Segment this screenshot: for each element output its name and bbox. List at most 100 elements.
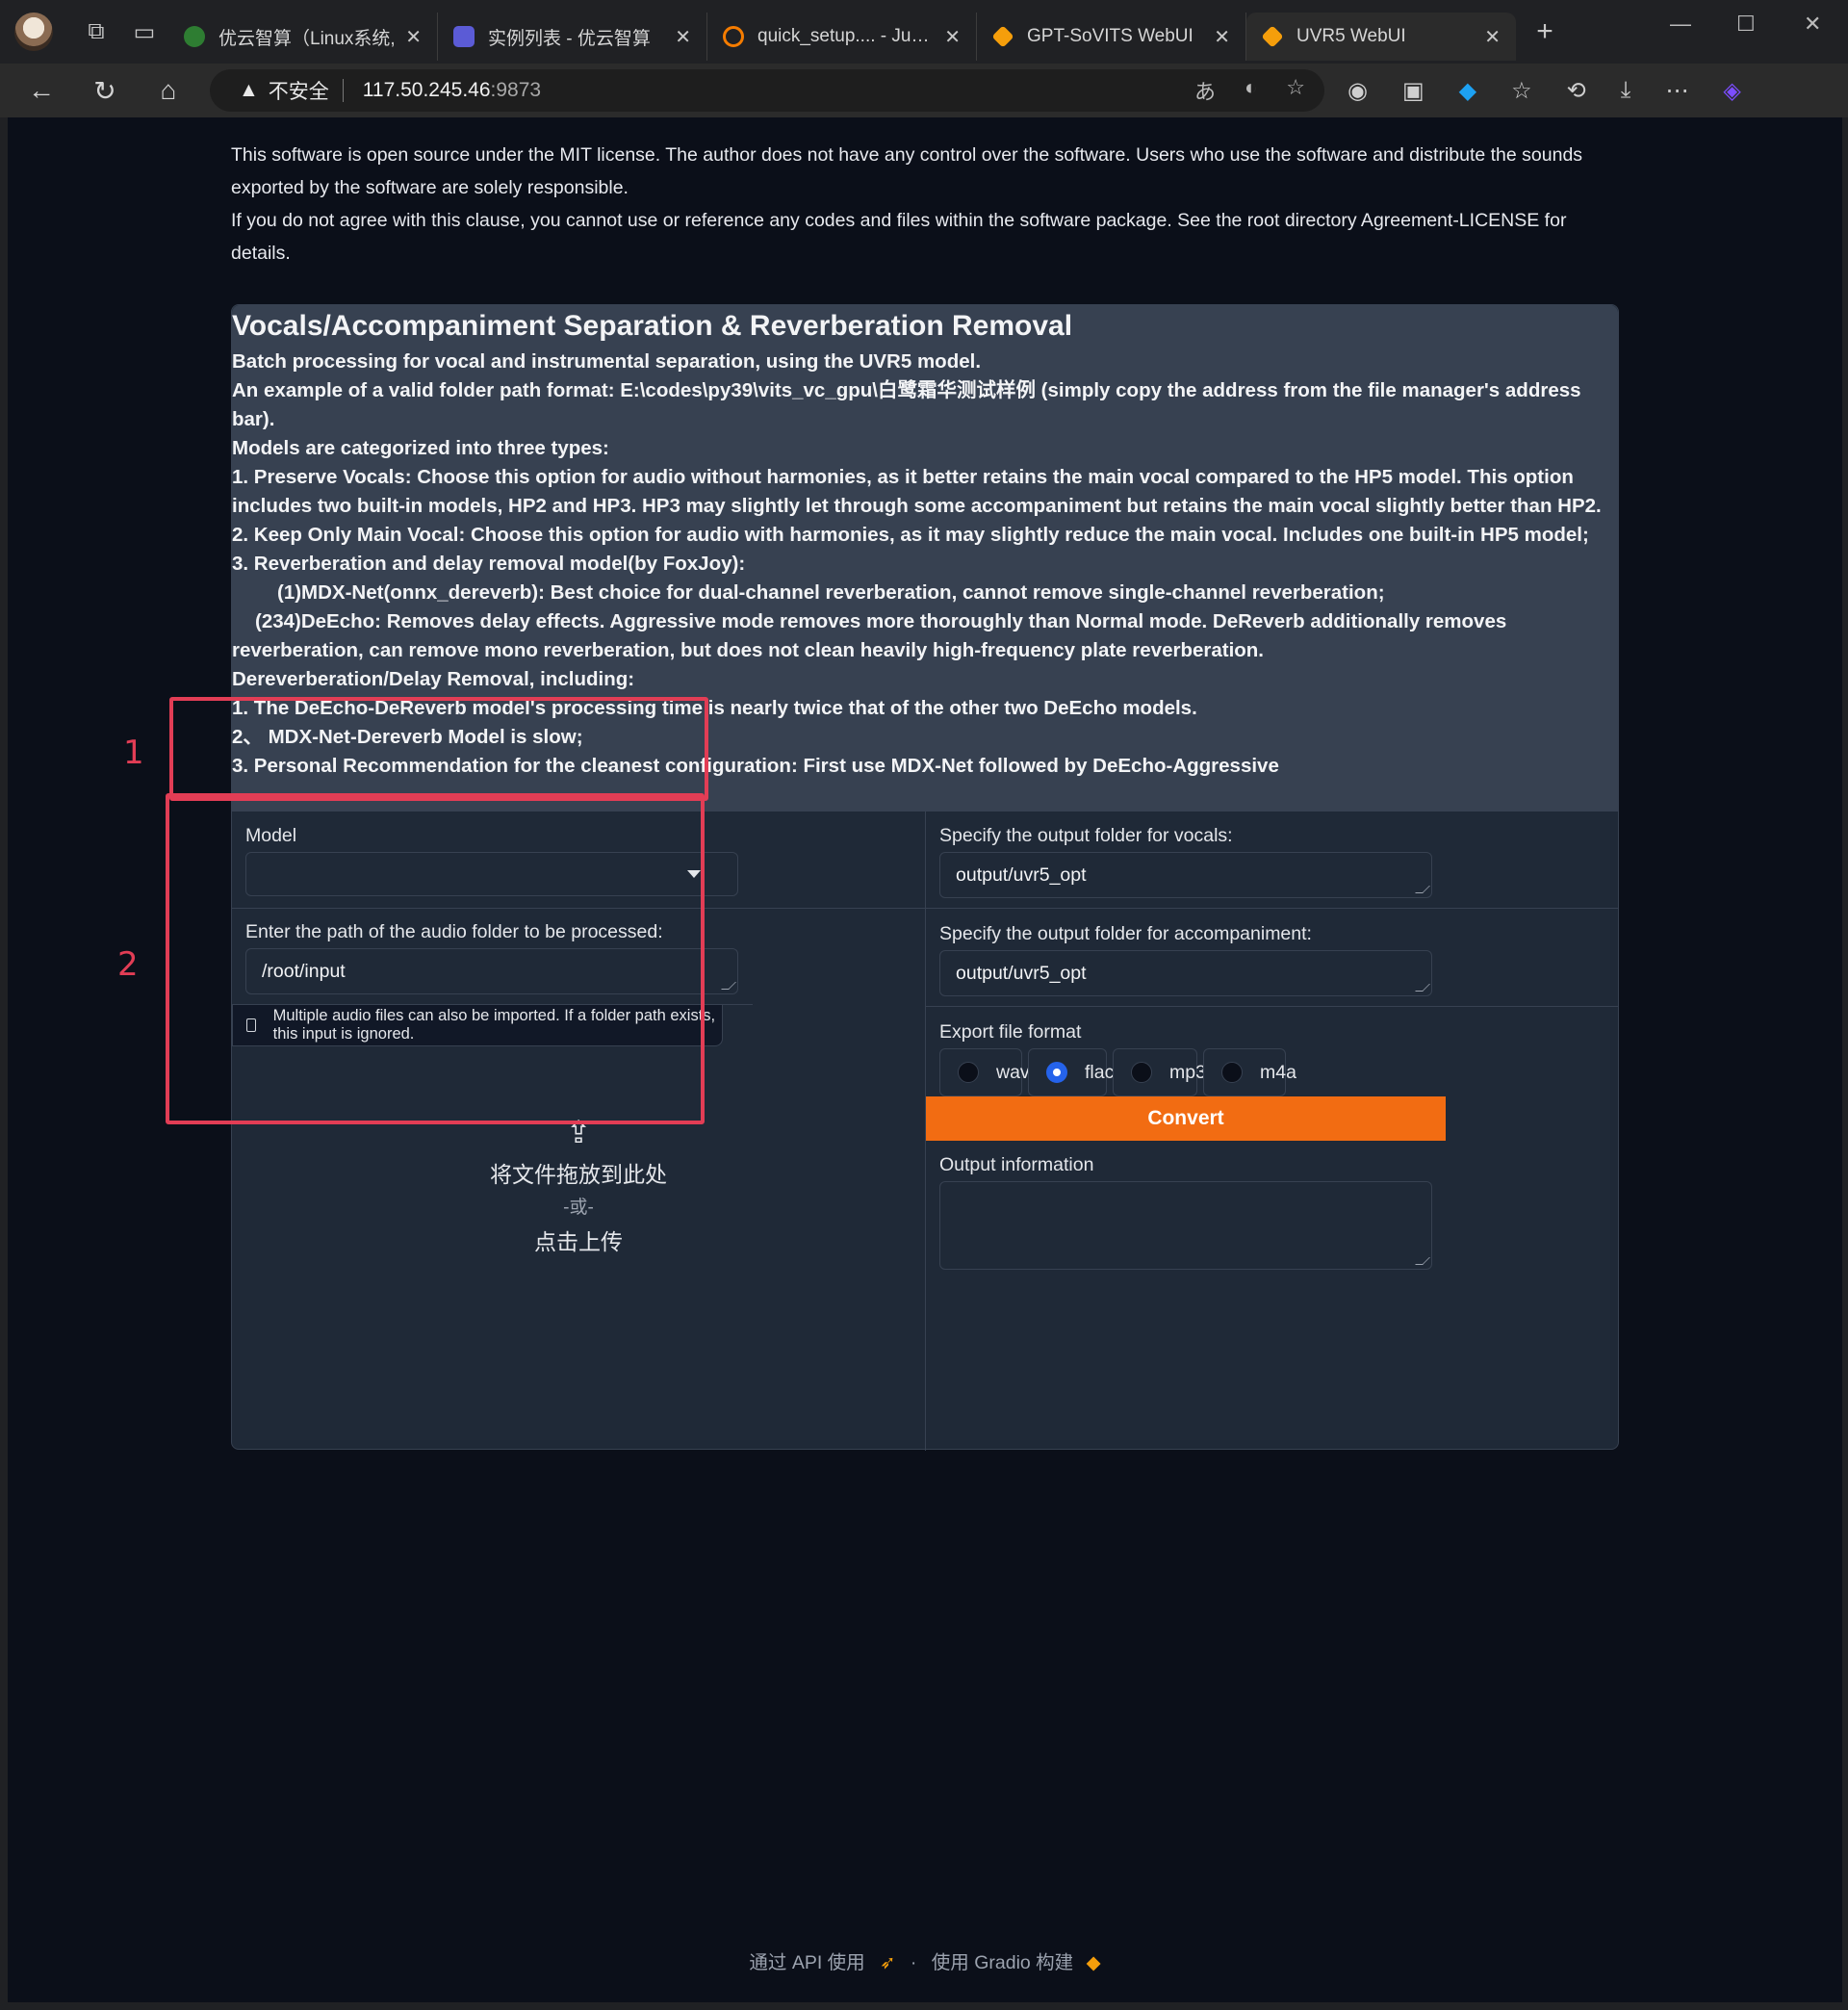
back-icon[interactable]: ← (10, 75, 73, 106)
extension-mask-icon[interactable]: ▣ (1402, 77, 1424, 105)
page-footer: 通过 API 使用 ➶ · 使用 Gradio 构建 ◆ (8, 1946, 1842, 1974)
gradio-page: This software is open source under the M… (8, 117, 1842, 2002)
divider (926, 1006, 1618, 1007)
acc-out-label: Specify the output folder for accompanim… (939, 923, 1312, 944)
url-port: :9873 (490, 79, 542, 101)
tab-favicon (453, 26, 475, 47)
radio-label: m4a (1260, 1061, 1296, 1083)
radio-dot (1046, 1062, 1067, 1083)
close-icon[interactable]: ✕ (944, 25, 961, 49)
new-tab-icon[interactable]: + (1516, 15, 1574, 48)
jupyter-icon (723, 26, 744, 47)
extension-bird-icon[interactable]: ◆ (1459, 77, 1476, 105)
maximize-icon[interactable]: ☐ (1736, 12, 1756, 37)
close-icon[interactable]: ✕ (405, 25, 422, 49)
edge-icon[interactable]: ◐ (1245, 75, 1257, 106)
built-with-gradio-link[interactable]: 使用 Gradio 构建 (932, 1952, 1073, 1973)
tab-title: quick_setup.... - Jupyter (757, 26, 936, 46)
favorites-icon[interactable]: ☆ (1511, 77, 1532, 105)
close-icon[interactable]: ✕ (1484, 25, 1501, 49)
vocal-out-label: Specify the output folder for vocals: (939, 825, 1233, 846)
annotation-number-1: 1 (123, 734, 144, 772)
desc-line: 1. Preserve Vocals: Choose this option f… (232, 466, 1602, 517)
desc-subline: (1)MDX-Net(onnx_dereverb): Best choice f… (277, 581, 1385, 604)
radio-wav[interactable]: wav (939, 1048, 1030, 1096)
radio-dot (1221, 1062, 1243, 1083)
extension-bar: ◉ ▣ ◆ ☆ ⟲ ⤓ ⋯ ◈ (1348, 77, 1741, 105)
resize-handle[interactable] (1415, 886, 1430, 893)
browser-tab-strip: ⧉ ▭ 优云智算（Linux系统, ✕ 实例列表 - 优云智算 ✕ quick_… (0, 0, 1848, 64)
output-info-label: Output information (939, 1154, 1094, 1175)
favorite-star-icon[interactable]: ☆ (1286, 75, 1305, 106)
tab-4-active[interactable]: UVR5 WebUI ✕ (1246, 13, 1516, 61)
drop-text: 将文件拖放到此处 (490, 1162, 667, 1187)
desc-subline-text: (234)DeEcho: Removes delay effects. Aggr… (232, 610, 1512, 661)
address-actions: あ ◐ ☆ (1194, 75, 1305, 106)
desc-line: Batch processing for vocal and instrumen… (232, 350, 982, 373)
gradio-logo-icon: ◆ (1086, 1952, 1101, 1973)
radio-label: flac (1085, 1061, 1115, 1083)
close-icon[interactable]: ✕ (675, 25, 691, 49)
radio-dot (1131, 1062, 1152, 1083)
radio-m4a[interactable]: m4a (1203, 1048, 1296, 1096)
footer-separator: · (910, 1952, 917, 1973)
tab-1[interactable]: 实例列表 - 优云智算 ✕ (438, 13, 707, 61)
right-column: Specify the output folder for vocals: ou… (925, 812, 1618, 1451)
desc-line: 3. Reverberation and delay removal model… (232, 553, 746, 575)
tab-favicon (184, 26, 205, 47)
reload-icon[interactable]: ↻ (73, 75, 137, 107)
more-icon[interactable]: ⋯ (1665, 77, 1688, 105)
desc-line: 2. Keep Only Main Vocal: Choose this opt… (232, 524, 1589, 546)
tab-title: UVR5 WebUI (1296, 26, 1406, 46)
desc-line: Dereverberation/Delay Removal, including… (232, 668, 635, 690)
tab-title: 实例列表 - 优云智算 (488, 28, 651, 49)
radio-flac[interactable]: flac (1028, 1048, 1114, 1096)
workspaces-icon[interactable]: ⧉ (72, 18, 120, 45)
home-icon[interactable]: ⌂ (137, 75, 200, 106)
acc-out-value: output/uvr5_opt (956, 962, 1087, 984)
extension-owl-icon[interactable]: ◉ (1348, 77, 1368, 105)
tab-2[interactable]: quick_setup.... - Jupyter ✕ (707, 13, 977, 61)
vocal-out-value: output/uvr5_opt (956, 863, 1087, 886)
profile-avatar[interactable] (14, 13, 53, 51)
history-icon[interactable]: ⟲ (1567, 77, 1586, 105)
radio-label: mp3 (1169, 1061, 1206, 1083)
use-via-api-link[interactable]: 通过 API 使用 (749, 1952, 864, 1973)
output-info-field[interactable] (939, 1181, 1432, 1270)
tab-0[interactable]: 优云智算（Linux系统, ✕ (168, 13, 438, 61)
download-icon[interactable]: ⤓ (1621, 77, 1631, 104)
divider (342, 79, 344, 102)
browser-toolbar: ← ↻ ⌂ ▲ 不安全 117.50.245.46 :9873 あ ◐ ☆ ◉ … (0, 64, 1848, 117)
vocal-out-field[interactable]: output/uvr5_opt (939, 852, 1432, 898)
gradio-icon (991, 25, 1014, 48)
annotation-number-2: 2 (117, 945, 139, 984)
annotation-box-2 (166, 793, 705, 1124)
notice-line-2: If you do not agree with this clause, yo… (231, 210, 1567, 264)
convert-button[interactable]: Convert (926, 1096, 1446, 1141)
tab-3[interactable]: GPT-SoVITS WebUI ✕ (977, 13, 1246, 61)
tab-actions-icon[interactable]: ▭ (120, 18, 168, 46)
or-text: -或- (563, 1198, 594, 1218)
insecure-label[interactable]: 不安全 (269, 76, 329, 105)
resize-handle[interactable] (1415, 984, 1430, 992)
copilot-icon[interactable]: ◈ (1723, 77, 1740, 105)
minimize-icon[interactable]: — (1670, 12, 1691, 37)
resize-handle[interactable] (721, 982, 736, 990)
rocket-icon: ➶ (880, 1952, 896, 1973)
annotation-box-1 (169, 697, 708, 801)
tab-title: GPT-SoVITS WebUI (1027, 26, 1194, 46)
window-close-icon[interactable]: ✕ (1804, 12, 1821, 37)
address-bar[interactable]: ▲ 不安全 117.50.245.46 :9873 あ ◐ ☆ (210, 69, 1324, 112)
resize-handle[interactable] (1415, 1257, 1430, 1265)
url-host: 117.50.245.46 (362, 79, 491, 101)
desc-line: Models are categorized into three types: (232, 437, 609, 459)
radio-mp3[interactable]: mp3 (1113, 1048, 1206, 1096)
desc-line: An example of a valid folder path format… (232, 379, 1587, 430)
format-label: Export file format (939, 1021, 1082, 1043)
acc-out-field[interactable]: output/uvr5_opt (939, 950, 1432, 996)
close-icon[interactable]: ✕ (1214, 25, 1230, 49)
divider (926, 908, 1618, 909)
desc-subline: (234)DeEcho: Removes delay effects. Aggr… (232, 607, 1618, 665)
warning-icon[interactable]: ▲ (239, 79, 259, 102)
translate-icon[interactable]: あ (1194, 75, 1216, 106)
